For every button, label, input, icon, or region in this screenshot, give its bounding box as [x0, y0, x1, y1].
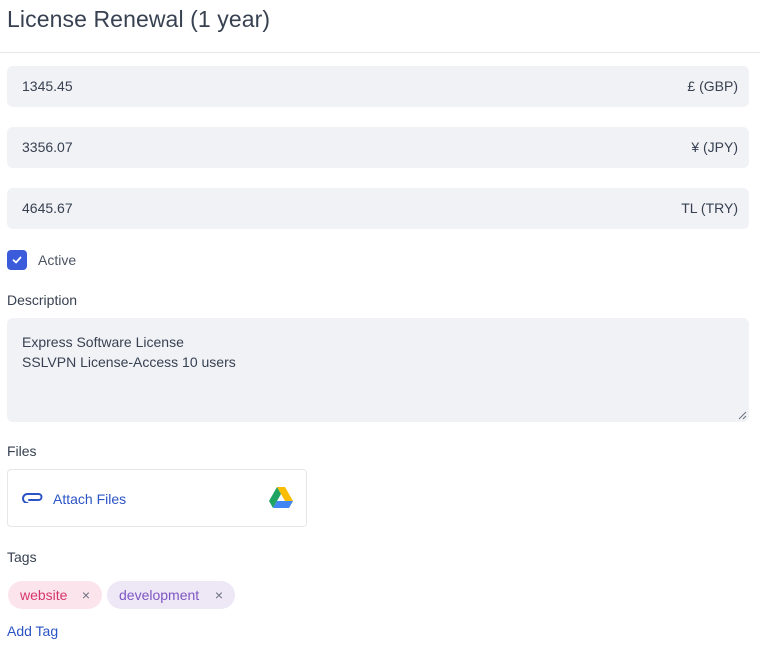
description-label: Description	[7, 292, 78, 308]
resize-handle-icon[interactable]	[738, 411, 747, 420]
google-drive-icon[interactable]	[269, 487, 293, 509]
price-field-gbp[interactable]: 1345.45 £ (GBP)	[7, 66, 749, 107]
price-field-jpy[interactable]: 3356.07 ¥ (JPY)	[7, 127, 749, 168]
files-label: Files	[7, 443, 37, 459]
header: License Renewal (1 year)	[0, 0, 760, 53]
price-value: 1345.45	[22, 78, 73, 94]
close-icon[interactable]: ×	[82, 588, 90, 602]
active-label: Active	[38, 252, 77, 268]
tag-label: website	[20, 587, 68, 603]
close-icon[interactable]: ×	[215, 588, 223, 602]
currency-label: £ (GBP)	[687, 78, 738, 94]
add-tag-button[interactable]: Add Tag	[7, 623, 58, 639]
files-box: Attach Files	[7, 469, 307, 527]
tags-label: Tags	[7, 549, 37, 565]
currency-label: TL (TRY)	[681, 200, 738, 216]
tag-label: development	[119, 587, 200, 603]
description-line: Express Software License	[22, 334, 184, 350]
price-value: 4645.67	[22, 200, 73, 216]
paperclip-icon[interactable]	[22, 491, 44, 503]
price-value: 3356.07	[22, 139, 73, 155]
description-line: SSLVPN License-Access 10 users	[22, 354, 236, 370]
price-field-try[interactable]: 4645.67 TL (TRY)	[7, 188, 749, 229]
page-title: License Renewal (1 year)	[7, 6, 271, 32]
active-checkbox[interactable]	[7, 250, 27, 270]
attach-files-button[interactable]: Attach Files	[53, 491, 126, 507]
description-textarea[interactable]: Express Software License SSLVPN License-…	[7, 318, 749, 422]
tag-website: website ×	[8, 581, 102, 609]
currency-label: ¥ (JPY)	[691, 139, 738, 155]
tag-development: development ×	[107, 581, 235, 609]
checkmark-icon	[12, 256, 22, 264]
